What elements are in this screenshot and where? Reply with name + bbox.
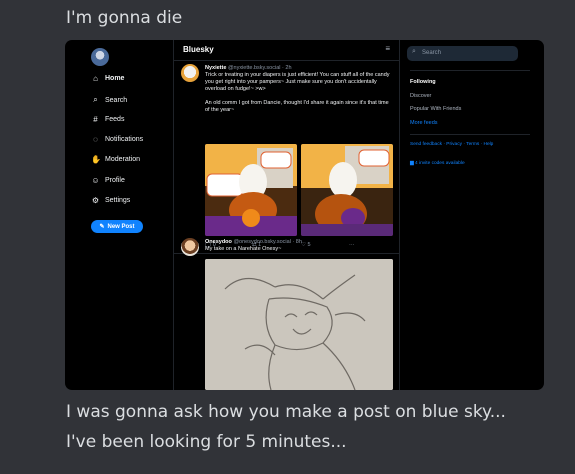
search-icon: ⌕ [412,48,416,55]
nav-item-moderation[interactable]: ✋ Moderation [91,155,140,164]
post-author[interactable]: Nyxiette [205,65,226,71]
feed-links: Following Discover Popular With Friends … [410,79,461,133]
footer-links[interactable]: Send feedback · Privacy · Terms · Help [410,142,493,147]
post-text: Trick or treating in your diapers is jus… [205,72,393,114]
invite-codes-label: 4 invite codes available [415,161,465,166]
chat-message: I've been looking for 5 minutes... [66,432,347,452]
avatar[interactable] [91,48,109,66]
nav-label: Notifications [105,136,144,143]
feed: Bluesky ≡ Nyxiette @nyxiette.bsky.social… [173,40,400,390]
more-feeds-link[interactable]: More feeds [410,120,461,134]
nav-label: Settings [105,197,131,204]
bell-icon: ◌ [93,135,98,144]
left-nav: ⌂ Home ⌕ Search # Feeds ◌ Notifications … [65,40,173,390]
post-image[interactable] [205,259,393,390]
post-image[interactable] [205,144,297,236]
nav-label: Moderation [105,156,141,163]
nav-label: Home [105,75,125,82]
feed-header: Bluesky ≡ [174,40,399,61]
divider [410,70,530,71]
post-header: Onesydoo @onesydoo.bsky.social · 8h [205,239,302,245]
hand-icon: ✋ [91,155,101,164]
feed-title: Bluesky [183,45,214,54]
home-icon: ⌂ [93,74,98,83]
feed-link-popular[interactable]: Popular With Friends [410,106,461,120]
nav-label: Feeds [105,116,125,123]
pencil-icon: ✎ [99,224,105,230]
nav-label: Search [105,96,128,104]
chat-message: I was gonna ask how you make a post on b… [66,402,506,422]
new-post-label: New Post [107,223,135,230]
post-image[interactable] [301,144,393,236]
post-text: My take on a Narehate Onesy~ [205,246,393,253]
hash-icon: # [93,115,98,124]
gear-icon: ⚙ [91,196,100,205]
profile-icon: ☺ [91,176,100,185]
post-paragraph: My take on a Narehate Onesy~ [205,246,282,252]
divider [410,134,530,135]
post[interactable]: Nyxiette @nyxiette.bsky.social · 2h Tric… [174,60,399,254]
nav-item-feeds[interactable]: # Feeds [91,115,124,124]
avatar[interactable] [181,64,199,82]
nav-item-search[interactable]: ⌕ Search [91,95,127,105]
post-paragraph: An old comm I got from Dancie, thought I… [205,100,389,113]
nav-item-home[interactable]: ⌂ Home [91,74,124,83]
right-sidebar: ⌕ Search Following Discover Popular With… [398,40,544,390]
nav-item-profile[interactable]: ☺ Profile [91,176,125,185]
nav-label: Profile [105,177,125,184]
nav-item-settings[interactable]: ⚙ Settings [91,196,130,205]
invite-codes-link[interactable]: ▆ 4 invite codes available [410,161,465,166]
ticket-icon: ▆ [410,161,414,166]
feed-link-following[interactable]: Following [410,79,461,93]
chat-message: I'm gonna die [66,8,183,28]
search-placeholder: Search [422,50,442,56]
post-handle: @onesydoo.bsky.social · 8h [233,239,302,245]
post-author[interactable]: Onesydoo [205,239,232,245]
new-post-button[interactable]: ✎ New Post [91,220,143,233]
search-input[interactable]: ⌕ Search [407,46,518,61]
post-paragraph: Trick or treating in your diapers is jus… [205,72,390,92]
search-icon: ⌕ [93,95,98,104]
bluesky-screenshot: ⌂ Home ⌕ Search # Feeds ◌ Notifications … [65,40,544,390]
menu-icon[interactable]: ≡ [385,44,390,53]
nav-item-notifications[interactable]: ◌ Notifications [91,135,143,144]
feed-link-discover[interactable]: Discover [410,93,461,107]
post-header: Nyxiette @nyxiette.bsky.social · 2h [205,65,292,71]
avatar[interactable] [181,238,199,256]
post-handle: @nyxiette.bsky.social · 2h [227,65,292,71]
